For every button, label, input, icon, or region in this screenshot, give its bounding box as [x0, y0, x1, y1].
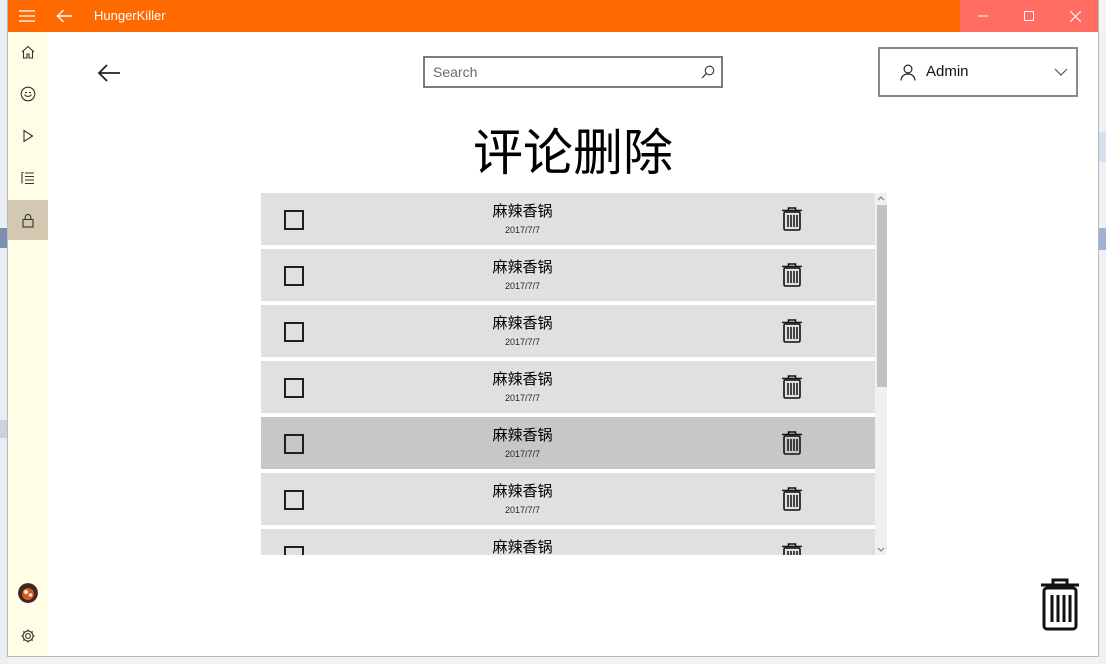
nav-sidebar: [8, 32, 48, 656]
maximize-icon: [1024, 11, 1034, 21]
search-box: [423, 56, 723, 88]
desktop-background-right: [1098, 32, 1106, 664]
user-name: Admin: [926, 63, 969, 80]
comment-dish-name: 麻辣香锅: [492, 482, 553, 500]
app-title: HungerKiller: [94, 8, 166, 23]
comment-date: 2017/7/7: [504, 281, 541, 291]
select-checkbox[interactable]: [284, 546, 304, 555]
play-icon: [23, 129, 34, 143]
hamburger-menu-button[interactable]: [8, 0, 46, 32]
trash-icon: [1041, 578, 1079, 631]
comment-dish-name: 麻辣香锅: [492, 202, 553, 220]
comment-dish-name: 麻辣香锅: [492, 426, 553, 444]
scroll-down-button[interactable]: [875, 545, 887, 555]
chevron-down-icon: [877, 547, 885, 552]
select-checkbox[interactable]: [284, 266, 304, 286]
nav-item-play[interactable]: [8, 116, 48, 156]
comment-row[interactable]: 麻辣香锅 2017/7/7: [261, 193, 875, 245]
minimize-icon: [978, 15, 988, 17]
trash-icon: [782, 319, 802, 343]
nav-item-list[interactable]: [8, 158, 48, 198]
trash-icon: [782, 375, 802, 399]
list-scrollbar[interactable]: [875, 193, 887, 555]
chevron-up-icon: [877, 196, 885, 201]
delete-selected-button[interactable]: [1039, 578, 1081, 632]
comment-date: 2017/7/7: [504, 337, 541, 347]
home-icon: [21, 45, 35, 59]
delete-comment-button[interactable]: [781, 431, 803, 455]
select-checkbox[interactable]: [284, 434, 304, 454]
select-checkbox[interactable]: [284, 378, 304, 398]
nav-item-lock[interactable]: [8, 200, 48, 240]
minimize-button[interactable]: [960, 0, 1006, 32]
comment-row[interactable]: 麻辣香锅 2017/7/7: [261, 417, 875, 469]
comment-row[interactable]: 麻辣香锅 2017/7/7: [261, 305, 875, 357]
page-title: 评论删除: [473, 124, 673, 182]
comment-row[interactable]: 麻辣香锅2017/7/7: [261, 529, 875, 555]
delete-comment-button[interactable]: [781, 263, 803, 287]
nav-item-home[interactable]: [8, 32, 48, 72]
window-controls: [960, 0, 1098, 32]
person-icon: [900, 64, 916, 81]
scroll-up-button[interactable]: [875, 193, 887, 203]
close-button[interactable]: [1052, 0, 1098, 32]
smiley-icon: [20, 86, 36, 102]
comment-list: 麻辣香锅 2017/7/7 麻辣香锅 2017/7/7 麻辣香锅 2017/7/7 麻辣香锅…: [261, 193, 887, 555]
settings-button[interactable]: [18, 626, 38, 646]
select-checkbox[interactable]: [284, 210, 304, 230]
back-arrow-icon: [97, 64, 120, 82]
main-content: Admin 评论删除 麻辣香锅2017/7/7麻辣香锅2017/7/7麻辣香锅2…: [48, 32, 1098, 656]
trash-icon: [782, 431, 802, 455]
gear-icon: [21, 629, 35, 643]
comment-row[interactable]: 麻辣香锅 2017/7/7: [261, 473, 875, 525]
title-bar: HungerKiller: [8, 0, 1098, 32]
select-checkbox[interactable]: [284, 490, 304, 510]
maximize-button[interactable]: [1006, 0, 1052, 32]
trash-icon: [782, 263, 802, 287]
trash-icon: [782, 207, 802, 231]
comment-dish-name: 麻辣香锅: [492, 314, 553, 332]
list-icon: [21, 171, 34, 185]
avatar-image: [18, 583, 38, 603]
comment-date: 2017/7/7: [504, 449, 541, 459]
close-icon: [1069, 10, 1081, 22]
nav-item-smiley[interactable]: [8, 74, 48, 114]
comment-row[interactable]: 麻辣香锅 2017/7/7: [261, 361, 875, 413]
comment-dish-name: 麻辣香锅: [492, 370, 553, 388]
hamburger-icon: [19, 10, 35, 22]
user-dropdown[interactable]: Admin: [878, 47, 1078, 97]
comment-date: 2017/7/7: [504, 505, 541, 515]
comment-list-items: 麻辣香锅 2017/7/7 麻辣香锅 2017/7/7 麻辣香锅 2017/7/7 麻辣香锅…: [261, 193, 875, 555]
delete-comment-button[interactable]: [781, 375, 803, 399]
delete-comment-button[interactable]: [781, 487, 803, 511]
trash-icon: [782, 543, 802, 555]
select-checkbox[interactable]: [284, 322, 304, 342]
search-input[interactable]: [433, 58, 693, 86]
chevron-down-icon: [1054, 68, 1068, 76]
delete-comment-button[interactable]: [781, 207, 803, 231]
lock-icon: [22, 213, 34, 228]
user-avatar[interactable]: [18, 583, 38, 603]
back-arrow-icon: [56, 9, 72, 23]
scroll-thumb[interactable]: [877, 205, 887, 387]
desktop-background-left: [0, 0, 8, 664]
comment-row[interactable]: 麻辣香锅 2017/7/7: [261, 249, 875, 301]
search-icon[interactable]: [701, 65, 715, 79]
comment-date: 2017/7/7: [504, 393, 541, 403]
trash-icon: [782, 487, 802, 511]
delete-comment-button[interactable]: [781, 319, 803, 343]
delete-comment-button[interactable]: [781, 543, 803, 555]
page-back-button[interactable]: [94, 58, 124, 88]
app-window: HungerKiller Search Admin 评论删除 麻辣香锅 2017…: [8, 0, 1098, 656]
comment-dish-name: 麻辣香锅: [492, 258, 553, 276]
comment-dish-name: 麻辣香锅: [492, 538, 553, 555]
title-back-button[interactable]: [46, 0, 82, 32]
comment-date: 2017/7/7: [504, 225, 541, 235]
